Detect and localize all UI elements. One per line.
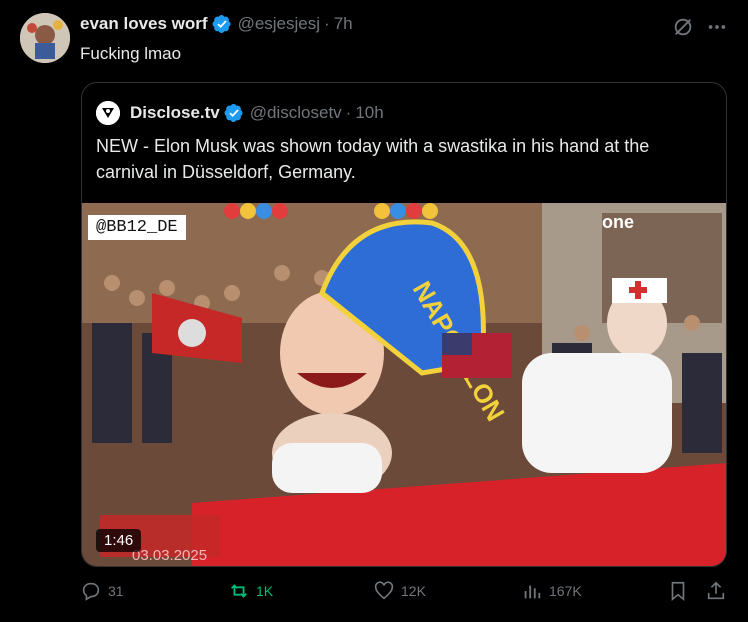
quoted-author-name[interactable]: Disclose.tv <box>130 103 220 123</box>
post-header: evan loves worf @esjesjesj · 7h <box>80 14 353 34</box>
author-avatar[interactable] <box>20 13 70 63</box>
reply-count: 31 <box>108 583 124 599</box>
more-options-icon[interactable] <box>706 16 728 38</box>
channel-logo: one <box>602 212 634 232</box>
verified-badge-icon <box>212 15 231 33</box>
bookmark-button[interactable] <box>667 580 695 602</box>
video-player[interactable]: NAPO-ELON one 03.03.2025 @BB12_DE 1:46 <box>82 203 726 566</box>
quoted-author-handle[interactable]: @disclosetv <box>250 103 342 123</box>
share-button[interactable] <box>705 580 733 602</box>
quoted-avatar <box>96 101 120 125</box>
reply-button[interactable]: 31 <box>80 580 124 602</box>
date-banner: 03.03.2025 <box>132 547 207 564</box>
quoted-time: 10h <box>355 103 384 122</box>
author-handle[interactable]: @esjesjesj <box>238 14 320 34</box>
quoted-text: NEW - Elon Musk was shown today with a s… <box>96 136 650 182</box>
bookmark-icon <box>671 581 685 602</box>
like-count: 12K <box>401 583 426 599</box>
share-icon <box>707 581 725 600</box>
repost-icon <box>231 584 247 598</box>
post-text: Fucking lmao <box>80 44 182 63</box>
post-time[interactable]: 7h <box>334 14 353 34</box>
author-name[interactable]: evan loves worf <box>80 14 208 34</box>
video-thumbnail: NAPO-ELON one 03.03.2025 <box>82 203 726 566</box>
views-count: 167K <box>549 583 582 599</box>
views-button[interactable]: 167K <box>521 580 582 602</box>
separator-dot: · <box>345 103 352 122</box>
quoted-post[interactable]: Disclose.tv @disclosetv · 10h NEW - Elon… <box>81 82 727 567</box>
verified-badge-icon <box>224 104 243 122</box>
heart-icon <box>374 581 394 600</box>
reply-icon <box>82 582 100 601</box>
views-chart-icon <box>524 585 541 599</box>
disclose-logo-icon <box>96 101 120 125</box>
repost-button[interactable]: 1K <box>228 580 273 602</box>
like-button[interactable]: 12K <box>373 580 426 602</box>
repost-count: 1K <box>256 583 274 599</box>
action-bar: 31 1K 12K 167K <box>0 580 748 610</box>
quoted-header: Disclose.tv @disclosetv · 10h <box>96 101 384 125</box>
grok-icon[interactable] <box>672 16 694 38</box>
video-watermark: @BB12_DE <box>88 215 186 240</box>
separator-dot: · <box>324 14 330 33</box>
video-duration: 1:46 <box>96 529 142 552</box>
